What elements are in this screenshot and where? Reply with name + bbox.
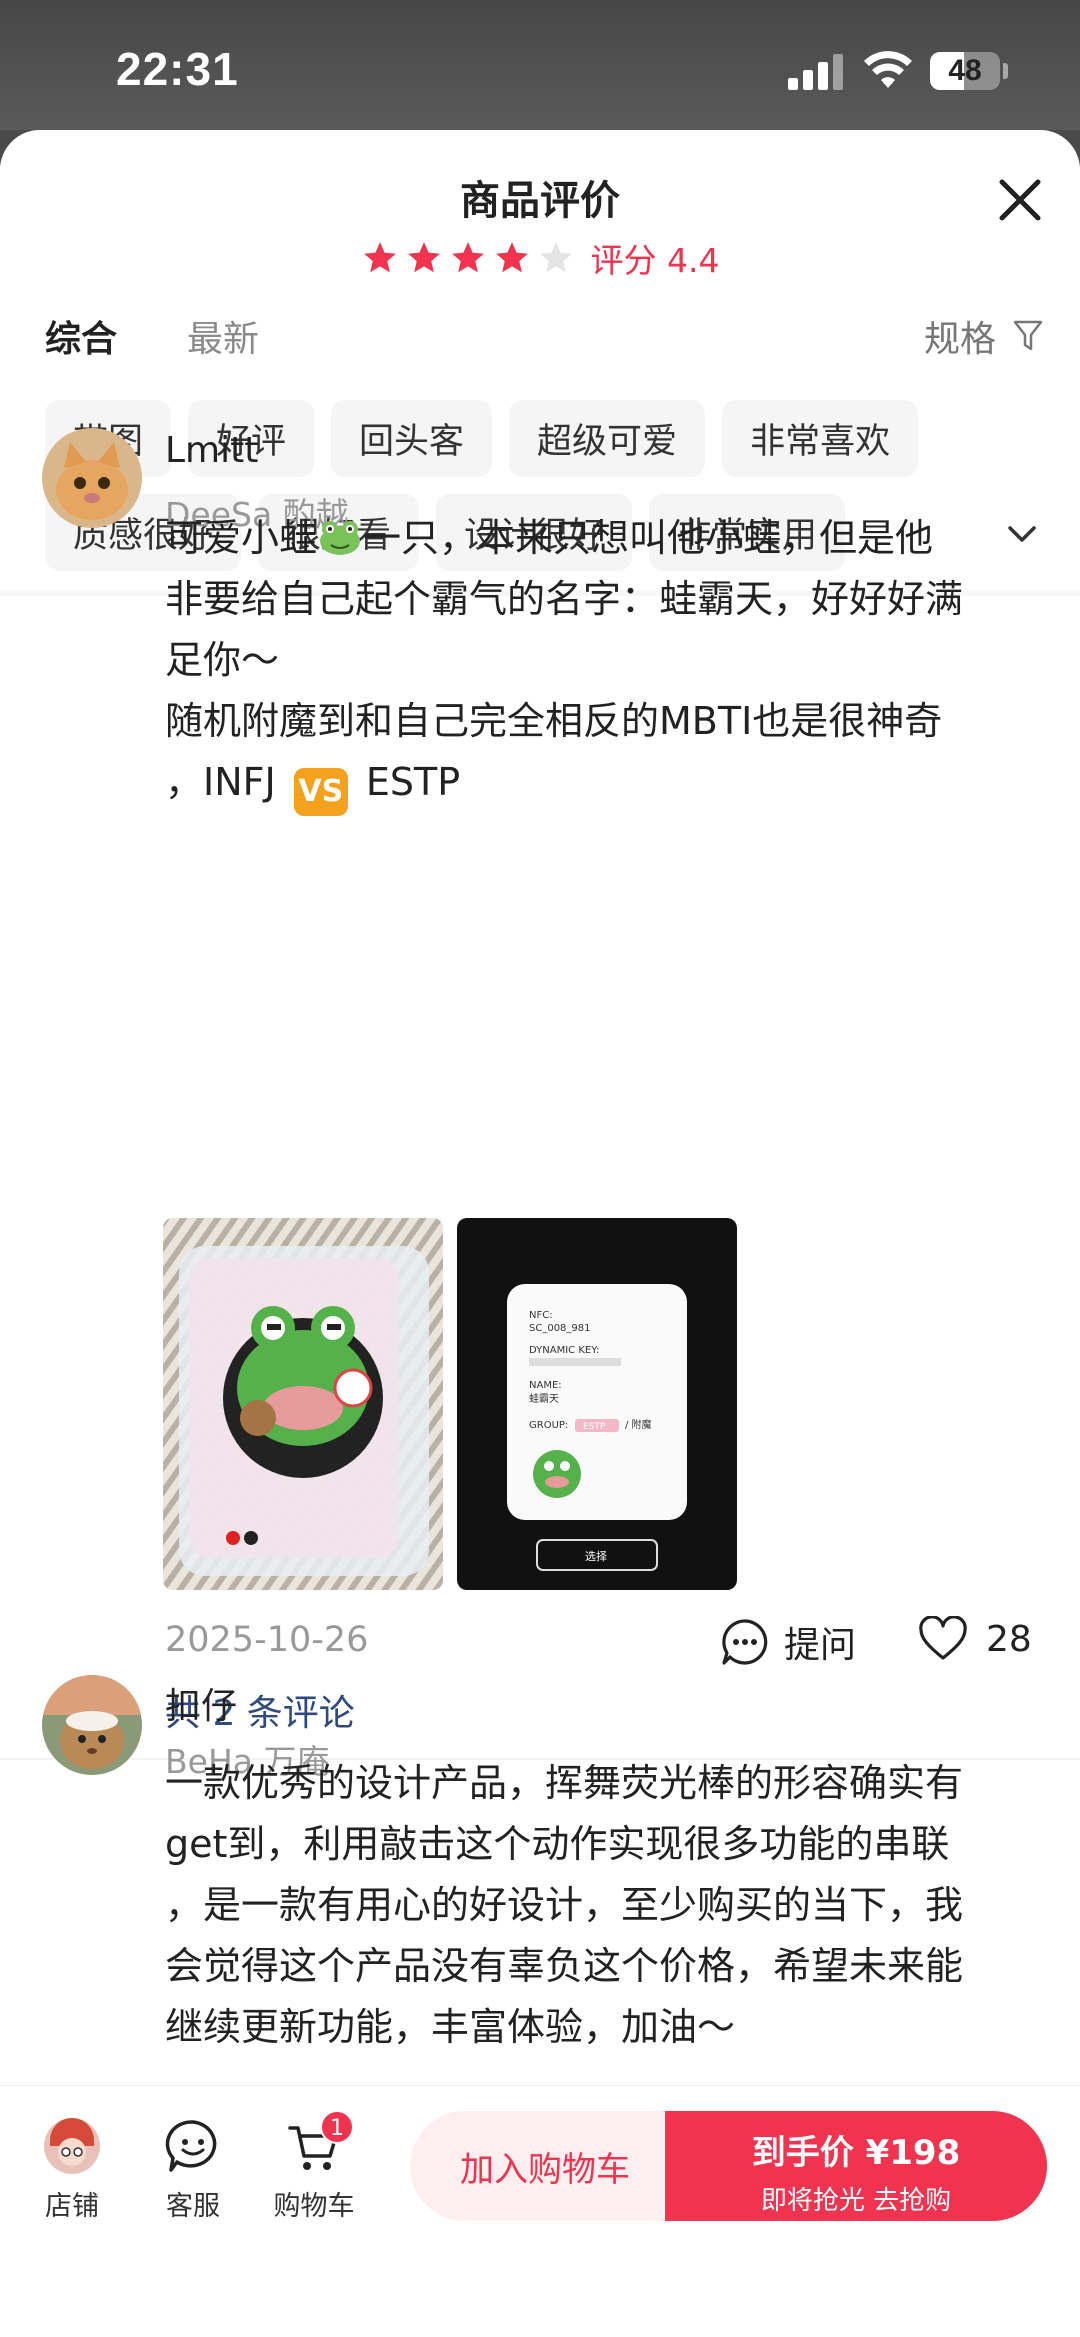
filter-chip[interactable]: 超级可爱 [509,400,706,477]
vs-emoji-icon: VS [293,768,348,816]
group-label: GROUP: [529,1420,568,1431]
tab-comprehensive[interactable]: 综合 [45,310,117,362]
rating-score: 评分 4.4 [590,241,720,280]
buy-urgency-label: 即将抢光 去抢购 [760,2186,952,2216]
store-avatar-icon [42,2116,102,2176]
buy-now-button[interactable]: 到手价 ¥198 即将抢光 去抢购 [665,2111,1047,2221]
star-filled-icon [405,239,443,277]
review-text-line: 随机附魔到和自己完全相反的MBTI也是很神奇 [165,699,943,743]
reviewer-name[interactable]: Lmitt [165,430,258,471]
select-button-label: 选择 [585,1549,607,1563]
tab-latest[interactable]: 最新 [187,310,259,362]
customer-service-icon [163,2116,223,2176]
customer-service-label: 客服 [166,2191,220,2222]
filter-icon [1013,320,1043,351]
star-filled-icon [361,239,399,277]
review-text: 可爱小蛙 一只，本来只想叫他小蛙，但是他 非要给自己起个霸气的名字：蛙霸天，好好好… [165,508,1045,816]
ask-question-button[interactable]: 提问 [720,1616,856,1668]
review-date: 2025-10-26 [165,1620,369,1660]
review-text-segment: ，INFJ [165,760,276,804]
chat-bubble-icon [722,1619,768,1665]
buy-price-label: 到手价 ¥198 [751,2133,961,2173]
cart-label: 购物车 [273,2191,355,2222]
sheet-title: 商品评价 [460,178,620,224]
group-suffix: / 附魔 [625,1418,652,1431]
review-text-line: 非要给自己起个霸气的名字：蛙霸天，好好好满 [165,577,964,621]
review-text-segment: ESTP [365,760,461,804]
rating-summary: 评分 4.4 [0,228,1080,288]
battery-level: 48 [948,54,982,87]
cart-count-badge: 1 [320,2110,354,2144]
nfc-label: NFC: [529,1310,553,1321]
group-value: ESTP [583,1422,606,1432]
customer-service-button[interactable]: 客服 [143,2116,243,2223]
close-icon[interactable] [990,170,1050,230]
review-text-segment: 一只，本来只想叫他小蛙，但是他 [363,516,934,560]
review-text-segment: 可爱小蛙 [165,516,318,560]
battery-cap [1003,63,1008,79]
rating-stars [361,239,575,277]
cellular-signal-icon [788,54,844,90]
like-count: 28 [986,1618,1032,1660]
review-photo[interactable]: NFC: SC_008_981 DYNAMIC KEY: NAME: 蛙霸天 G… [457,1218,737,1590]
status-bar: 22:31 48 [0,0,1080,130]
frog-emoji-icon [320,521,361,555]
nfc-value: SC_008_981 [529,1323,591,1334]
filter-chip[interactable]: 回头客 [331,400,493,477]
view-comments-link[interactable]: 共 2 条评论 [165,1684,355,1736]
name-value: 蛙霸天 [529,1392,559,1405]
dynamic-key-label: DYNAMIC KEY: [529,1345,599,1356]
star-filled-icon [449,239,487,277]
name-label: NAME: [529,1380,562,1391]
ask-label: 提问 [784,1625,857,1666]
avatar[interactable] [42,428,142,528]
bottom-action-bar: 店铺 客服 1 购物车 加入购物车 到手价 ¥198 即将抢光 去抢购 [0,2085,1080,2337]
add-to-cart-button[interactable]: 加入购物车 [410,2111,680,2221]
heart-icon [919,1616,967,1660]
shopping-cart-icon: 1 [284,2110,354,2176]
review-text-line: 足你～ [165,638,280,682]
star-empty-icon [537,239,575,277]
star-filled-icon [493,239,531,277]
spec-filter-button[interactable]: 规格 [924,310,1044,362]
like-button[interactable]: 28 [918,1616,1032,1662]
sort-tabs: 综合 最新 [45,310,259,362]
wifi-icon [864,51,912,88]
store-label: 店铺 [45,2191,99,2222]
status-time: 22:31 [116,43,239,95]
review-photo[interactable] [163,1218,443,1590]
add-to-cart-label: 加入购物车 [460,2149,630,2190]
spec-filter-label: 规格 [923,319,996,360]
cart-button[interactable]: 1 购物车 [264,2110,364,2223]
reviews-sheet: 商品评价 评分 4.4 综合 最新 规格 带图好评回头客超级可爱非常喜欢 质感很… [0,130,1080,2337]
filter-chip[interactable]: 非常喜欢 [722,400,919,477]
battery-icon: 48 [930,52,1000,90]
avatar[interactable] [42,1675,142,1775]
store-button[interactable]: 店铺 [22,2116,122,2223]
review-divider [0,1758,1080,1760]
